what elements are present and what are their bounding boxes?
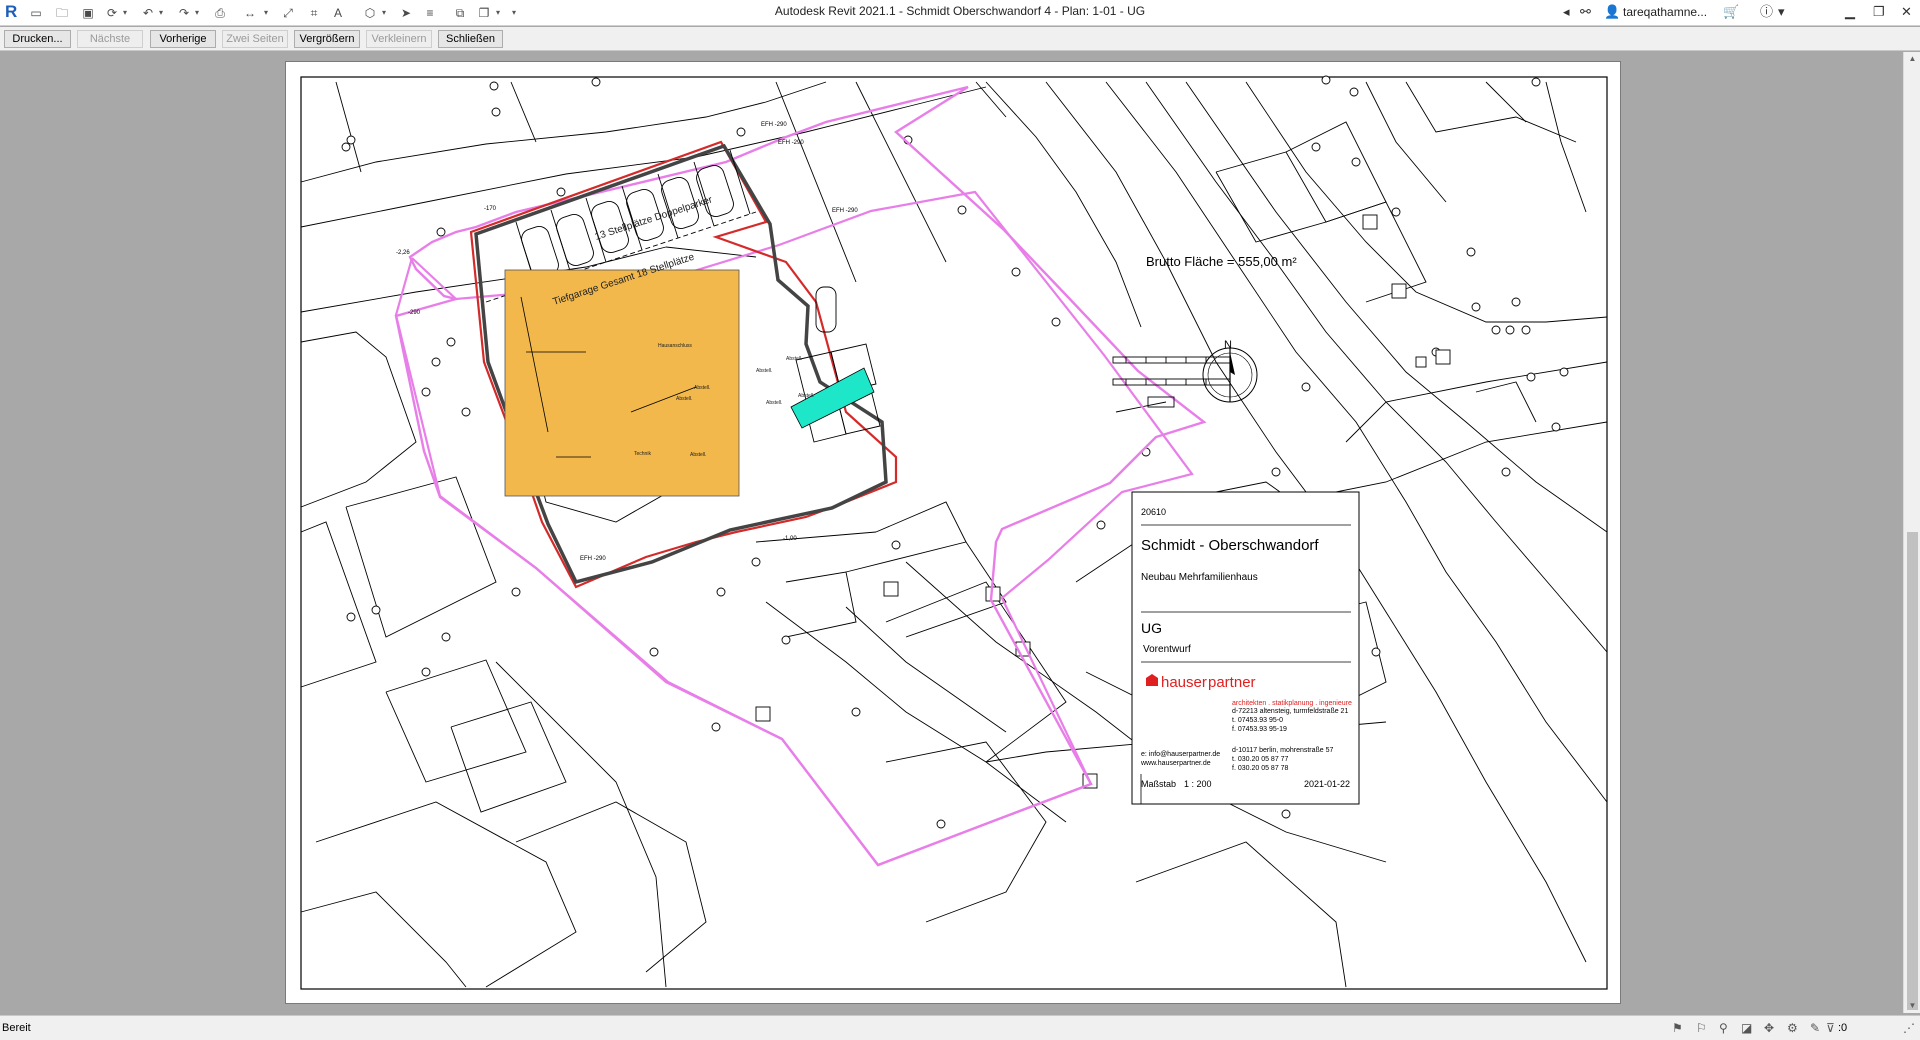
filter-icon[interactable]: ⊽	[1826, 1021, 1835, 1035]
scroll-down-icon[interactable]: ▼	[1904, 999, 1920, 1013]
svg-text:Hausanschluss: Hausanschluss	[658, 343, 692, 349]
svg-text:N: N	[1224, 339, 1232, 351]
select-underlay-icon[interactable]: ⚐	[1696, 1021, 1707, 1035]
scroll-up-icon[interactable]: ▲	[1904, 52, 1920, 66]
svg-text:f. 030.20 05 87 78: f. 030.20 05 87 78	[1232, 765, 1289, 772]
select-by-face-icon[interactable]: ◪	[1741, 1021, 1752, 1035]
highlight-panel	[504, 269, 740, 497]
filter-count: :0	[1838, 1022, 1848, 1034]
user-icon[interactable]: 👤	[1604, 4, 1620, 20]
print-button[interactable]: Drucken...	[4, 30, 71, 48]
binoculars-icon[interactable]: ⚯	[1580, 4, 1591, 20]
svg-text:hauser: hauser	[1161, 674, 1207, 691]
svg-text:Maßstab: Maßstab	[1141, 779, 1176, 789]
svg-text:t. 030.20 05 87 77: t. 030.20 05 87 77	[1232, 756, 1289, 763]
print-preview-toolbar: Drucken... Nächste Vorherige Zwei Seiten…	[0, 27, 1920, 51]
gross-area-label: Brutto Fläche = 555,00 m²	[1146, 254, 1297, 269]
svg-text:20610: 20610	[1141, 507, 1166, 517]
svg-text:-170: -170	[484, 206, 497, 212]
svg-text:e: info@hauserpartner.de: e: info@hauserpartner.de	[1141, 751, 1220, 758]
print-preview-viewport[interactable]: Hausanschluss Abstell. Abstell. Abstell.…	[0, 52, 1903, 1013]
help-dropdown-icon[interactable]: ▾	[1778, 4, 1785, 20]
svg-text:Schmidt - Oberschwandorf: Schmidt - Oberschwandorf	[1141, 537, 1319, 554]
svg-text:Technik: Technik	[634, 451, 651, 457]
next-page-button[interactable]: Nächste	[77, 30, 143, 48]
resize-grip-icon[interactable]: ⋰	[1903, 1021, 1915, 1035]
svg-text:Abstell.: Abstell.	[676, 396, 692, 402]
svg-text:Abstell.: Abstell.	[756, 368, 772, 374]
sheet-frame	[300, 76, 1608, 990]
svg-text:Abstell.: Abstell.	[798, 393, 814, 399]
drag-elements-icon[interactable]: ✥	[1764, 1021, 1774, 1035]
zoom-out-button[interactable]: Verkleinern	[366, 30, 432, 48]
svg-text:Abstell.: Abstell.	[694, 385, 710, 391]
context-linework	[300, 81, 1608, 988]
svg-text:2021-01-22: 2021-01-22	[1304, 779, 1350, 789]
svg-text:www.hauserpartner.de: www.hauserpartner.de	[1140, 760, 1211, 767]
two-pages-button[interactable]: Zwei Seiten	[222, 30, 288, 48]
close-icon[interactable]: ✕	[1901, 4, 1912, 20]
editable-only-icon[interactable]: ✎	[1810, 1021, 1820, 1035]
north-arrow: N	[1202, 339, 1258, 403]
cart-icon[interactable]: 🛒	[1723, 4, 1739, 20]
restore-icon[interactable]: ❐	[1873, 4, 1885, 20]
svg-text:Neubau Mehrfamilienhaus: Neubau Mehrfamilienhaus	[1141, 572, 1258, 583]
status-text: Bereit	[2, 1022, 31, 1034]
drawing-sheet[interactable]: Hausanschluss Abstell. Abstell. Abstell.…	[285, 61, 1621, 1004]
svg-text:f. 07453.93 95-19: f. 07453.93 95-19	[1232, 726, 1287, 733]
svg-text:EFH -290: EFH -290	[832, 208, 858, 214]
close-preview-button[interactable]: Schließen	[438, 30, 503, 48]
svg-text:d-10117 berlin, mohrenstraße 5: d-10117 berlin, mohrenstraße 57	[1232, 747, 1334, 754]
status-bar: Bereit ⚑ ⚐ ⚲ ◪ ✥ ⚙ ✎ ⊽ :0 ⋰	[0, 1015, 1920, 1040]
background-process-icon[interactable]: ⚙	[1787, 1021, 1798, 1035]
help-icon[interactable]: ⓘ	[1760, 4, 1773, 20]
svg-text:Abstell.: Abstell.	[786, 356, 802, 362]
svg-text:Vorentwurf: Vorentwurf	[1143, 644, 1191, 655]
svg-text:Abstell.: Abstell.	[766, 400, 782, 406]
zoom-in-button[interactable]: Vergrößern	[294, 30, 360, 48]
svg-text:-1,00: -1,00	[783, 536, 797, 542]
svg-text:t. 07453.93 95-0: t. 07453.93 95-0	[1232, 717, 1283, 724]
svg-text:UG: UG	[1141, 620, 1162, 636]
select-pinned-icon[interactable]: ⚲	[1719, 1021, 1728, 1035]
select-links-icon[interactable]: ⚑	[1672, 1021, 1683, 1035]
site-plan-drawing: Hausanschluss Abstell. Abstell. Abstell.…	[300, 75, 1608, 990]
previous-page-button[interactable]: Vorherige	[150, 30, 216, 48]
title-bar: R ▭ 🗀 ▣ ⟳ ▾ ↶ ▾ ↷ ▾ ⎙ ↔ ▾ ⤢ ⌗ A ⬡ ▾ ➤ ≡ …	[0, 0, 1920, 26]
user-name[interactable]: tareqathamne...	[1623, 5, 1707, 19]
svg-text:1 : 200: 1 : 200	[1184, 779, 1212, 789]
title-block: 20610 Schmidt - Oberschwandorf Neubau Me…	[1131, 491, 1360, 805]
search-arrow-icon[interactable]: ◂	[1563, 4, 1570, 20]
svg-text:EFH -290: EFH -290	[778, 140, 804, 146]
scroll-thumb[interactable]	[1907, 532, 1918, 1010]
svg-text:architekten . statikplanung .: architekten . statikplanung . ingenieure	[1232, 700, 1352, 707]
svg-text:d-72213 altensteig, turmfeldst: d-72213 altensteig, turmfeldstraße 21	[1232, 708, 1348, 715]
minimize-icon[interactable]: ▁	[1845, 4, 1855, 20]
svg-text:Abstell.: Abstell.	[690, 452, 706, 458]
svg-text:EFH -290: EFH -290	[761, 122, 787, 128]
svg-text:-290: -290	[408, 310, 421, 316]
svg-text:partner: partner	[1208, 674, 1256, 691]
vertical-scrollbar[interactable]: ▲ ▼	[1903, 52, 1920, 1013]
svg-text:EFH -290: EFH -290	[580, 556, 606, 562]
svg-text:-2,26: -2,26	[396, 250, 410, 256]
